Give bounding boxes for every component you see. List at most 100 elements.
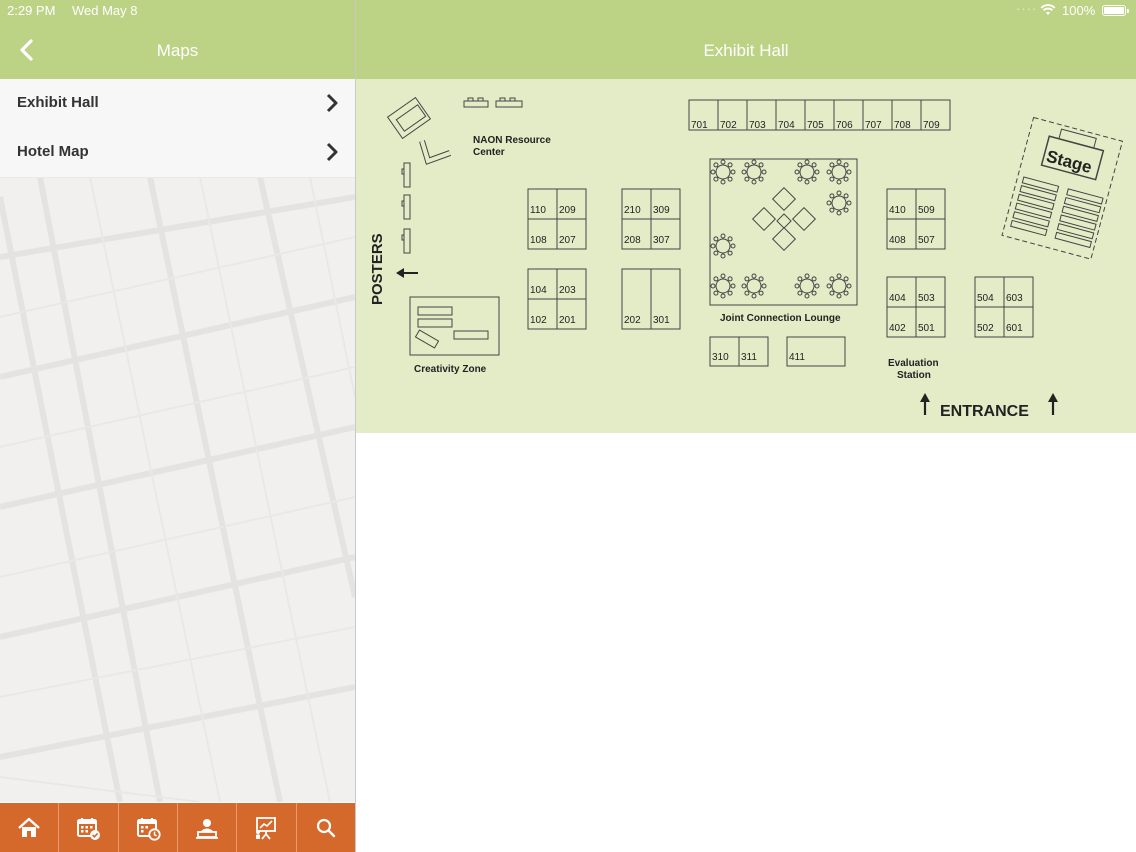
booth-label: 709 — [923, 120, 940, 131]
booth-label: 502 — [977, 323, 994, 334]
booth-label: 705 — [807, 120, 824, 131]
chair — [804, 159, 810, 165]
booth-label: 503 — [918, 293, 935, 304]
lounge-area — [709, 158, 858, 306]
chair — [811, 290, 817, 296]
chair — [829, 162, 835, 168]
chair — [843, 193, 849, 199]
chair — [744, 290, 750, 296]
chevron-right-icon — [326, 93, 338, 113]
chair — [720, 293, 726, 299]
chair — [829, 207, 835, 213]
status-time: 2:29 PM — [7, 3, 56, 18]
chair — [804, 179, 810, 185]
signal-dots-icon: ···· — [1016, 1, 1038, 16]
chair — [720, 273, 726, 279]
chair — [797, 290, 803, 296]
booth-label: 702 — [720, 120, 737, 131]
chair — [836, 159, 842, 165]
tab-speakers[interactable] — [178, 803, 238, 852]
tab-my-schedule[interactable] — [59, 803, 119, 852]
chair — [710, 243, 716, 249]
chair — [829, 176, 835, 182]
sidebar-item-exhibit-hall[interactable]: Exhibit Hall — [0, 79, 355, 129]
chair — [710, 169, 716, 175]
booth-blocks: 110 209 108 207 210 309 208 307 104 203 102 201 202 3… — [527, 188, 1034, 367]
chair — [843, 207, 849, 213]
booth-label: 110 — [530, 205, 546, 216]
chair — [758, 176, 764, 182]
chair — [836, 273, 842, 279]
sidebar-title: Maps — [156, 41, 199, 60]
booth-label: 209 — [559, 205, 576, 216]
booth-label: 410 — [889, 205, 906, 216]
status-bar: 2:29 PM Wed May 8 ···· 100% — [0, 0, 1136, 22]
booth-label: 210 — [624, 205, 641, 216]
chair — [843, 176, 849, 182]
chair — [804, 273, 810, 279]
round-table — [715, 238, 731, 254]
booth-row-700: 701 702 703 704 705 706 707 708 709 — [688, 99, 951, 131]
chair — [846, 283, 852, 289]
lounge-label: Joint Connection Lounge — [720, 313, 841, 324]
booth-label: 706 — [836, 120, 853, 131]
chair — [751, 159, 757, 165]
detail-nav-bar: Exhibit Hall — [356, 22, 1136, 79]
chair — [730, 169, 736, 175]
chair — [720, 179, 726, 185]
chair — [720, 253, 726, 259]
sidebar-item-hotel-map[interactable]: Hotel Map — [0, 128, 355, 178]
chair — [836, 293, 842, 299]
creativity-zone-area — [409, 296, 500, 356]
floor-plan: NAON Resource Center POSTERS Creativity … — [369, 96, 1124, 420]
chair — [836, 190, 842, 196]
chair — [829, 290, 835, 296]
exhibit-hall-map[interactable]: NAON Resource Center POSTERS Creativity … — [356, 79, 1136, 433]
chair — [744, 276, 750, 282]
tab-presentations[interactable] — [237, 803, 297, 852]
tab-home[interactable] — [0, 803, 60, 852]
chair — [744, 176, 750, 182]
presentation-icon — [256, 816, 277, 840]
chair — [811, 176, 817, 182]
booth-label: 309 — [653, 205, 670, 216]
chair — [741, 283, 747, 289]
stage-area — [1001, 116, 1124, 260]
tab-search[interactable] — [297, 803, 355, 852]
round-table — [831, 195, 847, 211]
chair — [826, 283, 832, 289]
booth-label: 311 — [741, 352, 757, 363]
booth-label: 603 — [1006, 293, 1023, 304]
chair — [758, 162, 764, 168]
page-title: Exhibit Hall — [703, 41, 789, 60]
resource-center-label-2: Center — [473, 147, 505, 158]
round-table — [746, 164, 762, 180]
booth-label: 102 — [530, 315, 547, 326]
home-icon — [18, 817, 40, 837]
background-map-pattern — [0, 177, 355, 802]
tab-agenda[interactable] — [119, 803, 178, 852]
chair — [730, 283, 736, 289]
chair — [836, 210, 842, 216]
booth-label: 411 — [789, 352, 805, 363]
chair — [797, 276, 803, 282]
seat-row — [1012, 211, 1050, 228]
chair — [794, 283, 800, 289]
round-table — [746, 278, 762, 294]
booth-label: 203 — [559, 285, 576, 296]
seat-row — [1017, 193, 1055, 211]
sidebar-item-label: Exhibit Hall — [17, 94, 99, 111]
seat-row — [1066, 188, 1104, 205]
chair — [794, 169, 800, 175]
chair — [811, 162, 817, 168]
sidebar-item-label: Hotel Map — [17, 143, 89, 160]
booth-label: 504 — [977, 293, 994, 304]
chair — [829, 193, 835, 199]
arrow-up-icon — [1048, 393, 1058, 415]
chair — [758, 276, 764, 282]
chair — [758, 290, 764, 296]
seat-row — [1056, 223, 1095, 240]
booth-label: 404 — [889, 293, 906, 304]
seat-row — [1014, 202, 1053, 219]
chair — [744, 162, 750, 168]
